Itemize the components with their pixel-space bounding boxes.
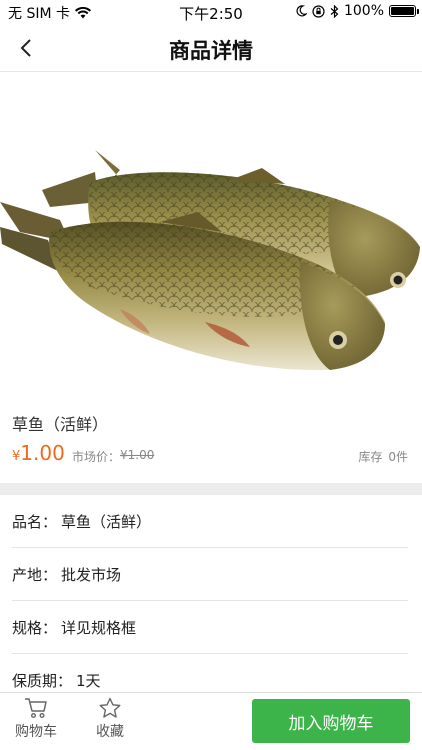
attribute-value: 1天 (76, 672, 101, 690)
grass-carp-image (0, 150, 421, 371)
market-price-label: 市场价： (72, 450, 121, 464)
moon-icon (296, 5, 307, 17)
product-price: ¥1.00 (12, 441, 65, 465)
product-info: 草鱼（活鲜） ¥1.00 市场价： ¥1.00 库存 0件 (0, 397, 422, 483)
stock-value: 0件 (388, 450, 408, 464)
favorite-label: 收藏 (96, 724, 124, 740)
attribute-label: 产地： (12, 565, 58, 584)
star-icon (99, 697, 121, 718)
cart-button[interactable]: 购物车 (6, 697, 66, 747)
attribute-row-spec: 规格： 详见规格框 (12, 601, 408, 654)
price-value: 1.00 (20, 441, 65, 465)
bluetooth-icon (330, 4, 339, 18)
attribute-value: 批发市场 (61, 565, 122, 584)
stock-label: 库存 (358, 450, 383, 464)
attribute-value: 草鱼（活鲜） (61, 512, 152, 531)
bottom-action-bar: 购物车 收藏 加入购物车 (0, 692, 422, 750)
attribute-label: 规格： (12, 618, 58, 637)
page-title: 商品详情 (169, 39, 253, 63)
product-image (0, 72, 422, 397)
stock-info: 库存 0件 (358, 448, 408, 465)
product-attributes: 品名： 草鱼（活鲜） 产地： 批发市场 规格： 详见规格框 保质期： 1天 (0, 495, 422, 707)
shopping-cart-icon (25, 698, 47, 719)
attribute-row-origin: 产地： 批发市场 (12, 548, 408, 601)
favorite-button[interactable]: 收藏 (80, 697, 140, 747)
add-to-cart-button[interactable]: 加入购物车 (252, 699, 410, 743)
battery-icon (389, 5, 419, 17)
nav-bar: 商品详情 (0, 24, 422, 72)
battery-percent: 100% (343, 3, 384, 19)
product-name: 草鱼（活鲜） (12, 415, 109, 434)
rotation-lock-icon (312, 4, 325, 18)
status-bar: 无 SIM 卡 下午2:50 100% (0, 0, 422, 24)
attribute-label: 保质期： (12, 672, 73, 690)
attribute-value: 详见规格框 (61, 618, 137, 637)
attribute-row-name: 品名： 草鱼（活鲜） (12, 495, 408, 548)
attribute-label: 品名： (12, 512, 58, 531)
market-price-value: ¥1.00 (120, 448, 155, 462)
section-divider (0, 483, 422, 495)
cart-label: 购物车 (15, 724, 57, 740)
